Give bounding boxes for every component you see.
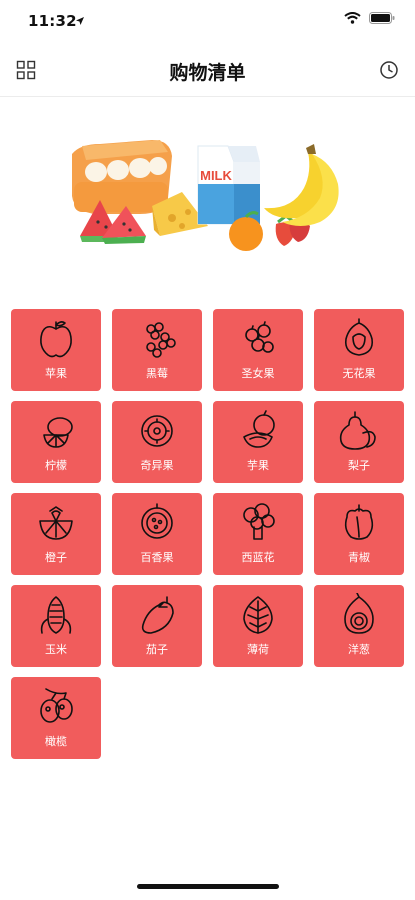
item-label: 梨子 <box>348 459 370 472</box>
home-indicator <box>137 884 279 889</box>
item-tile[interactable]: 百香果 <box>112 493 202 575</box>
kiwi-icon <box>141 415 173 447</box>
item-tile[interactable]: 西蓝花 <box>213 493 303 575</box>
item-tile[interactable]: 梨子 <box>314 401 404 483</box>
broccoli-icon <box>243 503 275 540</box>
banana-illustration <box>264 144 339 226</box>
lemon-icon <box>43 417 73 448</box>
item-label: 橙子 <box>45 551 67 564</box>
item-label: 西蓝花 <box>241 551 275 564</box>
corn-icon <box>40 596 72 634</box>
passion-fruit-icon <box>141 503 173 539</box>
item-label: 柠檬 <box>45 459 67 472</box>
battery-icon <box>369 12 395 24</box>
item-grid: 苹果 黑莓 圣女果 无花果柠檬 奇异果 芋果 梨子橙子 百香果 西蓝花 青椒玉米 茄子 薄荷 洋葱橄榄 <box>11 309 405 759</box>
apple-icon <box>40 321 72 358</box>
item-label: 薄荷 <box>247 643 269 656</box>
item-tile[interactable]: 玉米 <box>11 585 101 667</box>
fig-icon <box>344 318 374 356</box>
item-label: 芋果 <box>247 459 269 472</box>
item-label: 百香果 <box>140 551 174 564</box>
item-tile[interactable]: 柠檬 <box>11 401 101 483</box>
milk-label: MILK <box>200 168 232 183</box>
item-tile[interactable]: 薄荷 <box>213 585 303 667</box>
eggplant-icon <box>141 596 174 634</box>
item-label: 青椒 <box>348 551 370 564</box>
item-tile[interactable]: 圣女果 <box>213 309 303 391</box>
item-label: 圣女果 <box>241 367 275 380</box>
status-bar: 11:32 <box>0 0 415 44</box>
item-tile[interactable]: 奇异果 <box>112 401 202 483</box>
item-tile[interactable]: 黑莓 <box>112 309 202 391</box>
item-tile[interactable]: 橙子 <box>11 493 101 575</box>
item-tile[interactable]: 无花果 <box>314 309 404 391</box>
blackberry-icon <box>146 322 176 358</box>
mint-leaf-icon <box>243 596 273 634</box>
item-label: 黑莓 <box>146 367 168 380</box>
item-label: 奇异果 <box>140 459 174 472</box>
groceries-illustration: MILK <box>72 140 339 251</box>
egg-carton-illustration <box>72 140 172 214</box>
item-label: 玉米 <box>45 643 67 656</box>
pepper-icon <box>344 504 374 540</box>
location-arrow-icon <box>76 17 84 25</box>
item-tile[interactable]: 橄榄 <box>11 677 101 759</box>
melon-icon <box>243 410 275 448</box>
item-label: 橄榄 <box>45 735 67 748</box>
status-time: 11:32 <box>28 12 77 30</box>
item-tile[interactable]: 青椒 <box>314 493 404 575</box>
item-label: 苹果 <box>45 367 67 380</box>
navigation-bar: 购物清单 <box>0 44 415 97</box>
orange-icon <box>39 506 73 540</box>
item-tile[interactable]: 苹果 <box>11 309 101 391</box>
page-title: 购物清单 <box>169 62 246 84</box>
history-button[interactable] <box>375 56 403 84</box>
item-tile[interactable]: 茄子 <box>112 585 202 667</box>
wifi-icon <box>344 12 361 24</box>
cherry-tomato-icon <box>245 321 274 353</box>
onion-icon <box>344 593 374 634</box>
item-label: 茄子 <box>146 643 168 656</box>
clock-icon <box>380 61 398 79</box>
item-tile[interactable]: 芋果 <box>213 401 303 483</box>
item-label: 洋葱 <box>348 643 370 656</box>
olive-icon <box>40 688 73 723</box>
status-right <box>344 12 395 24</box>
item-label: 无花果 <box>342 367 376 380</box>
pear-icon <box>339 411 376 450</box>
item-tile[interactable]: 洋葱 <box>314 585 404 667</box>
